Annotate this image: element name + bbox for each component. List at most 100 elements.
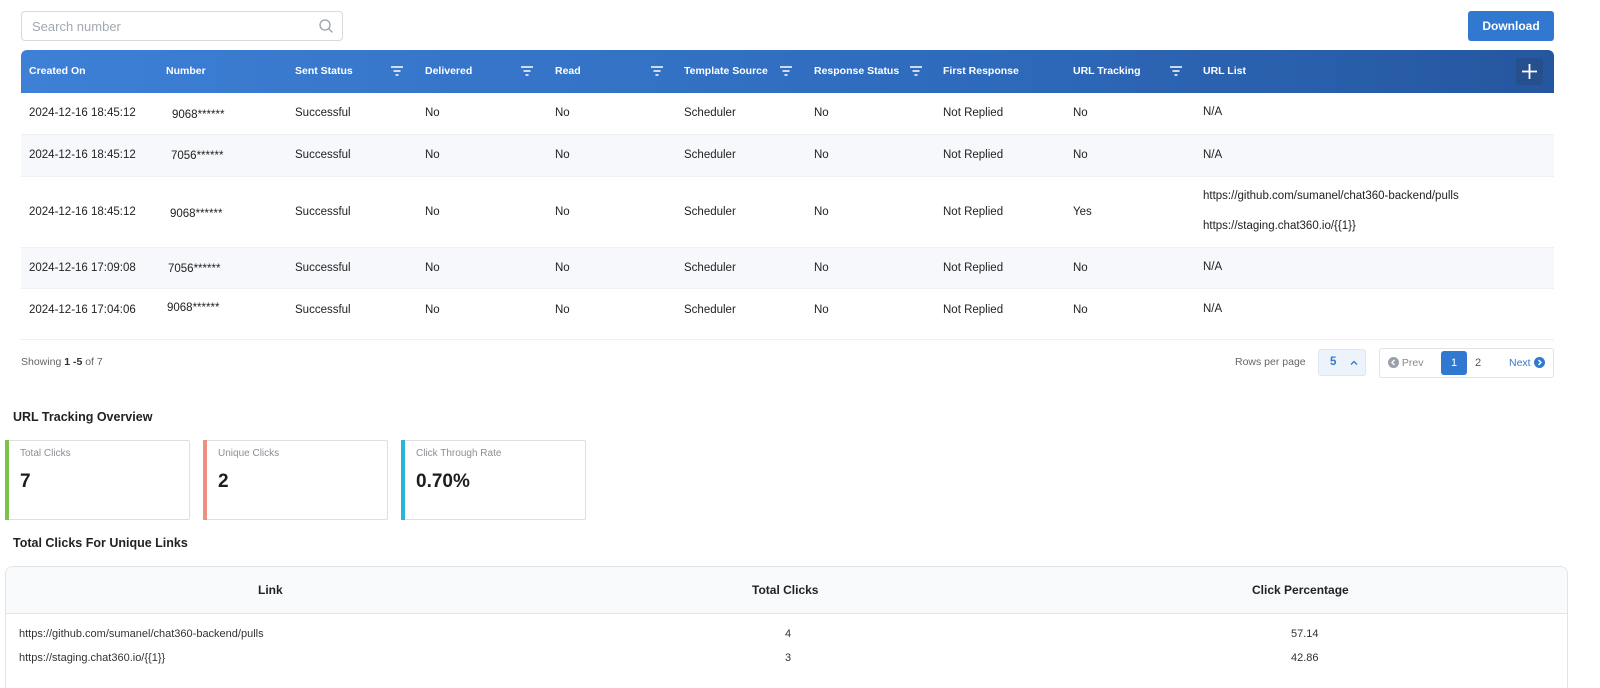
col-url-list: URL List xyxy=(1203,65,1246,77)
card-value: 0.70% xyxy=(416,471,470,492)
cell-delivered: No xyxy=(425,149,440,161)
url-list-item[interactable]: https://github.com/sumanel/chat360-backe… xyxy=(1203,190,1459,202)
cell-url-tracking: No xyxy=(1073,262,1088,274)
cell-number: 7056****** xyxy=(168,263,221,275)
unique-links-table: Link Total Clicks Click Percentage https… xyxy=(5,566,1568,688)
read-filter-icon[interactable] xyxy=(651,66,663,76)
url-tracking-filter-icon[interactable] xyxy=(1170,66,1182,76)
cell-first-response: Not Replied xyxy=(943,107,1004,119)
url-tracking-overview-title: URL Tracking Overview xyxy=(13,410,153,424)
cell-url-tracking: No xyxy=(1073,304,1088,316)
cell-delivered: No xyxy=(425,304,440,316)
table-row[interactable]: 2024-12-16 18:45:12 7056****** Successfu… xyxy=(21,135,1554,177)
col-number: Number xyxy=(166,65,206,77)
cell-number: 9068****** xyxy=(170,208,223,220)
cell-read: No xyxy=(555,206,570,218)
col-total-clicks: Total Clicks xyxy=(752,583,819,597)
link-url[interactable]: https://github.com/sumanel/chat360-backe… xyxy=(19,628,264,640)
cell-sent-status: Successful xyxy=(295,107,351,119)
showing-suffix: of 7 xyxy=(85,356,103,368)
cell-read: No xyxy=(555,304,570,316)
add-column-button[interactable] xyxy=(1516,58,1543,85)
cell-number: 9068****** xyxy=(167,302,220,314)
total-clicks-card: Total Clicks 7 xyxy=(5,440,190,520)
table-header: Created On Number Sent Status Delivered … xyxy=(21,50,1554,93)
cell-created-on: 2024-12-16 17:09:08 xyxy=(29,262,136,274)
page-1-button[interactable]: 1 xyxy=(1441,351,1467,375)
cell-template-source: Scheduler xyxy=(684,262,736,274)
template-source-filter-icon[interactable] xyxy=(780,66,792,76)
search-icon[interactable] xyxy=(318,18,334,34)
col-template-source: Template Source xyxy=(684,65,768,77)
cell-response-status: No xyxy=(814,206,829,218)
cell-read: No xyxy=(555,107,570,119)
card-label: Click Through Rate xyxy=(416,448,502,459)
cell-template-source: Scheduler xyxy=(684,149,736,161)
unique-clicks-card: Unique Clicks 2 xyxy=(203,440,388,520)
cell-url-tracking: Yes xyxy=(1073,206,1092,218)
cell-sent-status: Successful xyxy=(295,262,351,274)
card-accent-bar xyxy=(401,440,405,520)
cell-first-response: Not Replied xyxy=(943,206,1004,218)
response-status-filter-icon[interactable] xyxy=(910,66,922,76)
card-accent-bar xyxy=(5,440,9,520)
cell-read: No xyxy=(555,149,570,161)
cell-response-status: No xyxy=(814,107,829,119)
cell-number: 9068****** xyxy=(172,109,225,121)
rows-per-page-select[interactable]: 5 xyxy=(1318,349,1366,376)
url-list-item[interactable]: https://staging.chat360.io/{{1}} xyxy=(1203,220,1356,232)
cell-url-tracking: No xyxy=(1073,149,1088,161)
table-row[interactable]: 2024-12-16 18:45:12 9068****** Successfu… xyxy=(21,177,1554,248)
next-label: Next xyxy=(1509,357,1531,369)
cell-created-on: 2024-12-16 18:45:12 xyxy=(29,107,136,119)
rows-per-page-label: Rows per page xyxy=(1235,356,1306,368)
pagination: Prev 1 2 Next xyxy=(1379,348,1554,378)
page-2-button[interactable]: 2 xyxy=(1475,357,1481,369)
cell-first-response: Not Replied xyxy=(943,149,1004,161)
card-value: 2 xyxy=(218,471,229,492)
click-through-rate-card: Click Through Rate 0.70% xyxy=(401,440,586,520)
cell-response-status: No xyxy=(814,149,829,161)
cell-url-tracking: No xyxy=(1073,107,1088,119)
link-total-clicks: 4 xyxy=(785,628,792,640)
cell-read: No xyxy=(555,262,570,274)
search-box[interactable] xyxy=(21,11,343,41)
table-row[interactable]: 2024-12-16 17:09:08 7056****** Successfu… xyxy=(21,248,1554,289)
table-row[interactable]: 2024-12-16 18:45:12 9068****** Successfu… xyxy=(21,93,1554,135)
prev-label: Prev xyxy=(1401,357,1424,369)
cell-url-list: N/A xyxy=(1203,303,1223,315)
next-page-button[interactable]: Next xyxy=(1509,357,1545,369)
col-url-tracking: URL Tracking xyxy=(1073,65,1141,77)
plus-icon xyxy=(1522,64,1537,79)
col-response-status: Response Status xyxy=(814,65,900,77)
search-input[interactable] xyxy=(22,12,302,40)
chevron-up-icon xyxy=(1350,360,1358,365)
cell-delivered: No xyxy=(425,206,440,218)
arrow-left-icon xyxy=(1388,357,1399,368)
col-created-on: Created On xyxy=(29,65,86,77)
cell-first-response: Not Replied xyxy=(943,304,1004,316)
link-click-percentage: 42.86 xyxy=(1291,652,1319,664)
cell-delivered: No xyxy=(425,107,440,119)
link-click-percentage: 57.14 xyxy=(1291,628,1319,640)
card-label: Unique Clicks xyxy=(218,448,280,459)
sent-status-filter-icon[interactable] xyxy=(391,66,403,76)
cell-first-response: Not Replied xyxy=(943,262,1004,274)
download-button[interactable]: Download xyxy=(1468,11,1554,41)
cell-sent-status: Successful xyxy=(295,206,351,218)
card-label: Total Clicks xyxy=(20,448,71,459)
prev-page-button[interactable]: Prev xyxy=(1388,357,1424,369)
cell-sent-status: Successful xyxy=(295,149,351,161)
col-sent-status: Sent Status xyxy=(295,65,353,77)
delivered-filter-icon[interactable] xyxy=(521,66,533,76)
card-accent-bar xyxy=(203,440,207,520)
cell-template-source: Scheduler xyxy=(684,206,736,218)
table-row[interactable]: 2024-12-16 17:04:06 9068****** Successfu… xyxy=(21,289,1554,340)
showing-prefix: Showing xyxy=(21,356,62,368)
link-url[interactable]: https://staging.chat360.io/{{1}} xyxy=(19,652,165,664)
cell-template-source: Scheduler xyxy=(684,304,736,316)
col-link: Link xyxy=(258,583,283,597)
rows-per-page-value: 5 xyxy=(1330,356,1337,368)
cell-number: 7056****** xyxy=(171,150,224,162)
col-first-response: First Response xyxy=(943,65,1019,77)
